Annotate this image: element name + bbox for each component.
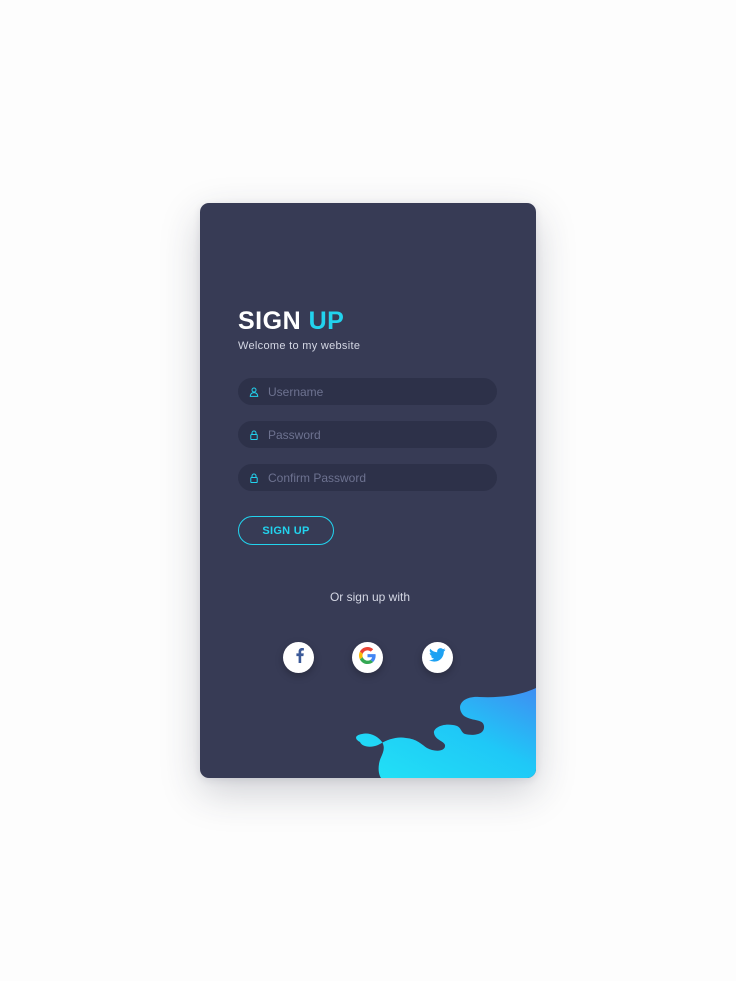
facebook-button[interactable] bbox=[283, 642, 314, 673]
confirm-password-field[interactable] bbox=[238, 464, 497, 491]
title-word-up: UP bbox=[308, 307, 345, 335]
sign-up-button[interactable]: SIGN UP bbox=[238, 516, 334, 545]
social-caption: Or sign up with bbox=[329, 590, 411, 604]
lock-icon bbox=[249, 430, 259, 440]
user-icon bbox=[249, 387, 259, 397]
confirm-password-input[interactable] bbox=[268, 470, 478, 485]
google-button[interactable] bbox=[352, 642, 383, 673]
google-icon bbox=[359, 646, 376, 669]
wave-decoration bbox=[356, 688, 536, 778]
facebook-icon bbox=[292, 647, 306, 668]
password-input[interactable] bbox=[268, 427, 478, 442]
twitter-icon bbox=[429, 648, 446, 667]
signup-card: SIGN UP Welcome to my website SI bbox=[200, 203, 536, 778]
page-title: SIGN UP bbox=[238, 306, 344, 336]
username-field[interactable] bbox=[238, 378, 497, 405]
lock-icon bbox=[249, 473, 259, 483]
subtitle: Welcome to my website bbox=[238, 340, 361, 352]
twitter-button[interactable] bbox=[422, 642, 453, 673]
username-input[interactable] bbox=[268, 384, 478, 399]
title-word-sign: SIGN bbox=[238, 307, 302, 335]
password-field[interactable] bbox=[238, 421, 497, 448]
